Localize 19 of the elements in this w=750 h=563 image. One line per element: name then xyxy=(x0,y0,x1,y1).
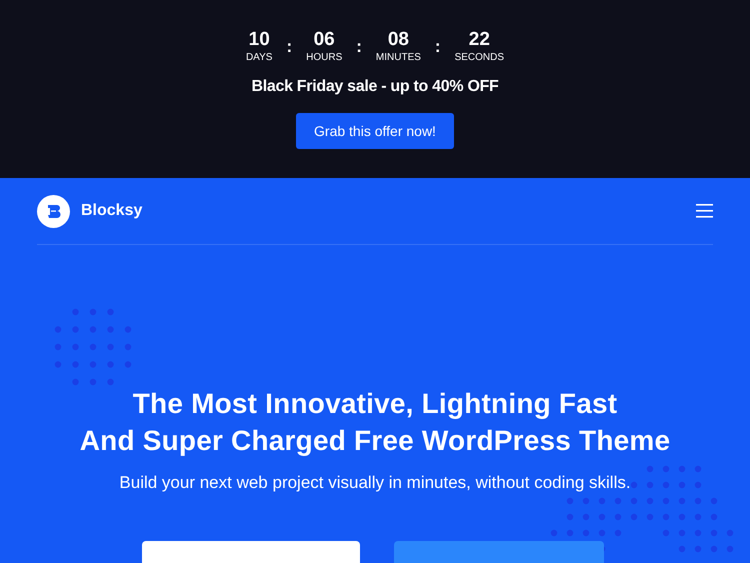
separator: : xyxy=(434,36,441,58)
countdown-value: 10 xyxy=(248,30,270,50)
sale-headline: Black Friday sale - up to 40% OFF xyxy=(251,78,499,96)
countdown-unit: MINUTES xyxy=(376,52,421,64)
logo-icon[interactable] xyxy=(37,194,70,228)
menu-icon[interactable] xyxy=(696,204,713,218)
countdown-unit: DAYS xyxy=(246,52,272,64)
separator: : xyxy=(286,36,292,58)
separator: : xyxy=(356,36,362,58)
brand-name[interactable]: Blocksy xyxy=(81,202,142,220)
hero-subtitle: Build your next web project visually in minutes, without coding skills. xyxy=(118,473,632,493)
countdown-unit: SECONDS xyxy=(454,52,504,64)
countdown-value: 08 xyxy=(388,30,409,50)
hero-title-line: And Super Charged Free WordPress Theme xyxy=(80,424,670,458)
countdown-value: 22 xyxy=(468,30,490,50)
countdown-value: 06 xyxy=(314,30,335,50)
hero-title-line: The Most Innovative, Lightning Fast xyxy=(132,387,618,421)
offer-button[interactable]: Grab this offer now! xyxy=(296,113,454,149)
countdown-unit: HOURS xyxy=(306,52,342,64)
